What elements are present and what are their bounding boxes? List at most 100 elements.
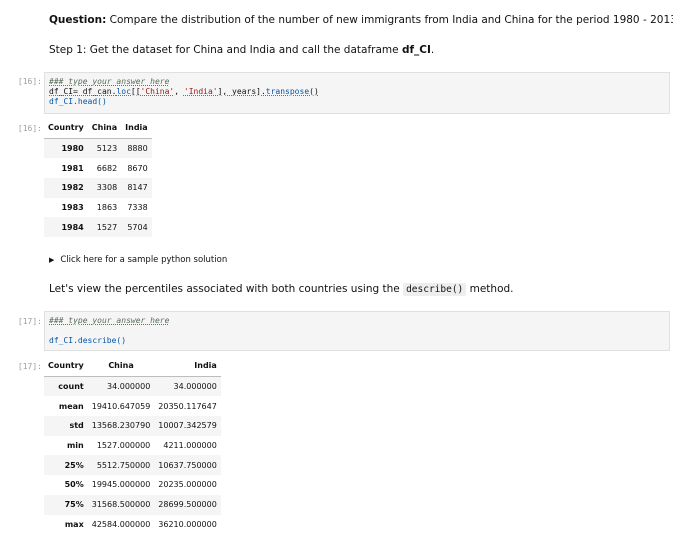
column-header-country: Country (44, 118, 88, 139)
cell17-code-editor[interactable]: ### type your answer here df_CI.describe… (44, 311, 670, 351)
table-row: min 1527.000000 4211.000000 (44, 436, 221, 456)
row-index: 1984 (61, 222, 84, 232)
code-comment: ### type your answer here (49, 77, 170, 86)
describe-output-table: Country China India count 34.000000 34.000… (44, 356, 221, 534)
column-header-india: India (154, 356, 221, 377)
column-header-india: India (121, 118, 152, 139)
code-string: 'India' (183, 87, 218, 96)
table-row: 1983 1863 7338 (44, 198, 152, 218)
cell-china: 6682 (96, 163, 118, 173)
cell-india: 5704 (127, 222, 148, 232)
code-comment: ### type your answer here (49, 316, 170, 325)
code-string: 'China' (140, 87, 175, 96)
table-row: mean 19410.647059 20350.117647 (44, 396, 221, 416)
step1-dataframe-name: df_CI (401, 44, 431, 56)
cell-china: 5123 (96, 144, 118, 154)
row-index: 75% (64, 500, 84, 510)
table-header-row: Country China India (44, 118, 152, 139)
disclosure-triangle-icon: ▶ (49, 256, 55, 264)
table-row: 1984 1527 5704 (44, 217, 152, 238)
table-row: 1980 5123 8880 (44, 138, 152, 159)
code-token: transpose (265, 87, 310, 96)
row-index: max (64, 519, 84, 529)
row-index: std (69, 421, 84, 431)
table-row: 75% 31568.500000 28699.500000 (44, 494, 221, 515)
row-index: 25% (64, 460, 84, 470)
code-token: ], years]. (217, 87, 266, 96)
cell16-output-prompt: [16]: (17, 124, 42, 133)
table-row: max 42584.000000 36210.000000 (44, 515, 221, 535)
row-index: count (58, 382, 84, 392)
cell-india: 7338 (127, 203, 148, 213)
cell-india: 8670 (127, 163, 148, 173)
code-token: loc (116, 87, 131, 96)
cell17-input-prompt: [17]: (17, 317, 42, 326)
code-token: df_CI= df_can. (49, 87, 117, 96)
code-token: , (174, 87, 184, 96)
cell-india: 34.000000 (173, 382, 217, 392)
code-token: df_CI.head() (49, 97, 107, 106)
sample-solution-toggle[interactable]: ▶ Click here for a sample python solution (49, 255, 227, 265)
row-index: 50% (64, 480, 84, 490)
table-row: std 13568.230790 10007.342579 (44, 416, 221, 436)
table-row: 50% 19945.000000 20235.000000 (44, 475, 221, 495)
describe-method-code: describe() (403, 283, 467, 296)
cell-china: 19410.647059 (91, 401, 151, 411)
code-line-3: df_CI.head() (49, 97, 669, 107)
cell-india: 28699.500000 (158, 500, 217, 510)
percentiles-text: Let's view the percentiles associated wi… (49, 283, 514, 296)
percentiles-body: Let's view the percentiles associated wi… (49, 283, 404, 295)
table-row: 1981 6682 8670 (44, 158, 152, 178)
cell-china: 1527 (96, 222, 118, 232)
row-index: 1981 (61, 163, 84, 173)
code-token: [[ (130, 87, 141, 96)
cell-india: 36210.000000 (158, 519, 217, 529)
code-token: df_CI.describe() (49, 336, 127, 345)
cell17-output-prompt: [17]: (17, 362, 42, 371)
question-label: Question: (49, 14, 107, 26)
step1-end: . (430, 44, 435, 56)
code-line-1: ### type your answer here (49, 316, 669, 326)
cell-india: 20235.000000 (158, 480, 217, 490)
cell-india: 8880 (127, 144, 148, 154)
code-line-3: df_CI.describe() (49, 336, 669, 346)
row-index: 1982 (61, 183, 84, 193)
head-output-table: Country China India 1980 5123 8880 1981 668… (44, 118, 152, 238)
sample-solution-label: Click here for a sample python solution (60, 255, 228, 265)
cell-india: 10637.750000 (158, 460, 217, 470)
table-row: 25% 5512.750000 10637.750000 (44, 455, 221, 476)
code-line-2: df_CI= df_can.loc[['China', 'India'], ye… (49, 87, 669, 97)
code-token: () (309, 87, 319, 96)
cell-china: 3308 (96, 183, 118, 193)
cell-china: 5512.750000 (96, 460, 151, 470)
cell16-input-prompt: [16]: (17, 77, 42, 86)
step1-body: Step 1: Get the dataset for China and In… (49, 44, 402, 56)
question-text: Question: Compare the distribution of th… (49, 14, 673, 26)
cell-china: 34.000000 (107, 382, 151, 392)
row-index: 1983 (61, 203, 84, 213)
row-index: 1980 (61, 144, 84, 154)
code-line-1: ### type your answer here (49, 77, 669, 87)
column-header-china: China (87, 356, 155, 377)
step1-text: Step 1: Get the dataset for China and In… (49, 44, 434, 56)
cell-china: 42584.000000 (91, 519, 151, 529)
cell-china: 1527.000000 (96, 441, 151, 451)
percentiles-end: method. (466, 283, 514, 295)
cell-china: 13568.230790 (91, 421, 151, 431)
cell16-code-editor[interactable]: ### type your answer here df_CI= df_can.… (44, 72, 670, 114)
column-header-china: China (87, 118, 122, 139)
row-index: min (66, 441, 84, 451)
cell-india: 8147 (127, 183, 148, 193)
cell-china: 19945.000000 (91, 480, 151, 490)
question-body: Compare the distribution of the number o… (106, 14, 673, 26)
row-index: mean (58, 401, 84, 411)
cell-india: 4211.000000 (163, 441, 217, 451)
cell-china: 31568.500000 (91, 500, 151, 510)
table-row: 1982 3308 8147 (44, 178, 152, 198)
column-header-country: Country (44, 356, 88, 377)
cell-india: 20350.117647 (158, 401, 217, 411)
table-header-row: Country China India (44, 356, 221, 377)
table-row: count 34.000000 34.000000 (44, 376, 221, 397)
cell-india: 10007.342579 (158, 421, 217, 431)
